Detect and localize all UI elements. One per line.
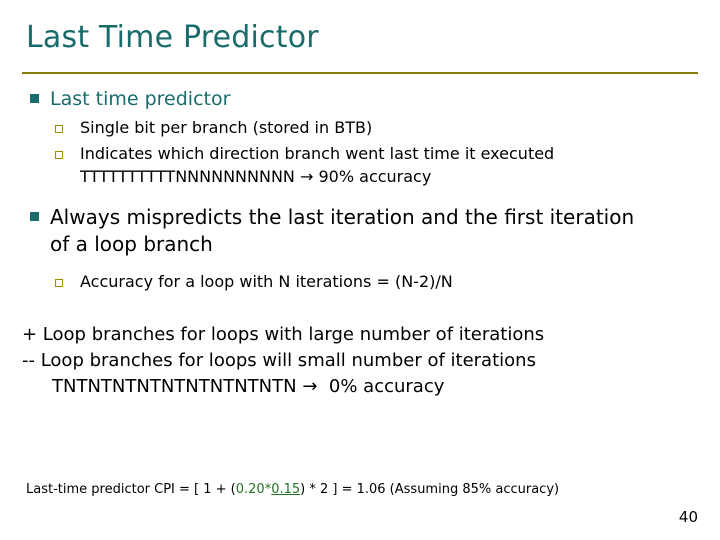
page-title: Last Time Predictor [26,20,319,55]
bullet-label: Last time predictor [50,88,231,110]
bullet-item-last-time-predictor: Last time predictor [22,86,702,114]
slide-body: Last time predictor Single bit per branc… [22,82,702,400]
footnote: Last-time predictor CPI = [ 1 + (0.20*0.… [26,482,559,497]
square-bullet-icon [22,86,50,114]
square-bullet-icon [22,204,50,232]
bullet-label-line1: Always mispredicts the last iteration an… [50,205,635,229]
pattern-string: TTTTTTTTTTNNNNNNNNNN [80,167,295,186]
footnote-prefix: Last-time predictor CPI = [ 1 + ( [26,482,236,497]
bullet-label-line2: of a loop branch [50,232,213,256]
sub-bullet-accuracy-formula: Accuracy for a loop with N iterations = … [22,270,702,294]
sub-bullet-label: Indicates which direction branch went la… [80,142,702,188]
title-divider [22,72,698,74]
hollow-square-bullet-icon [22,116,80,140]
bullet-item-always-mispredicts: Always mispredicts the last iteration an… [22,204,702,258]
hollow-square-bullet-icon [22,270,80,294]
page-number: 40 [678,508,698,526]
sub-bullet-single-bit: Single bit per branch (stored in BTB) [22,116,702,140]
hollow-square-bullet-icon [22,142,80,166]
slide: Last Time Predictor Last time predictor … [0,0,720,540]
accuracy-text: 90% accuracy [318,167,432,186]
pattern-string: TNTNTNTNTNTNTNTNTNTN [52,376,297,397]
footnote-value-1: 0.20 [235,482,265,497]
notes-block: + Loop branches for loops with large num… [22,322,702,400]
sub-bullet-indicates-direction: Indicates which direction branch went la… [22,142,702,188]
arrow-icon: → [302,376,318,397]
note-minus-line: -- Loop branches for loops will small nu… [22,350,536,371]
sub-bullet-label: Single bit per branch (stored in BTB) [80,118,373,137]
footnote-value-2: 0.15 [271,482,301,497]
bullet-label: Always mispredicts the last iteration an… [50,204,702,258]
note-plus-line: + Loop branches for loops with large num… [22,324,545,345]
sub-bullet-label: Accuracy for a loop with N iterations = … [80,272,453,291]
accuracy-text: 0% accuracy [328,376,445,397]
sub-bullet-text: Indicates which direction branch went la… [80,144,555,163]
note-pattern-line: TNTNTNTNTNTNTNTNTNTN → 0% accuracy [22,374,702,400]
arrow-icon: → [299,167,314,186]
footnote-suffix: ) * 2 ] = 1.06 (Assuming 85% accuracy) [300,482,560,497]
